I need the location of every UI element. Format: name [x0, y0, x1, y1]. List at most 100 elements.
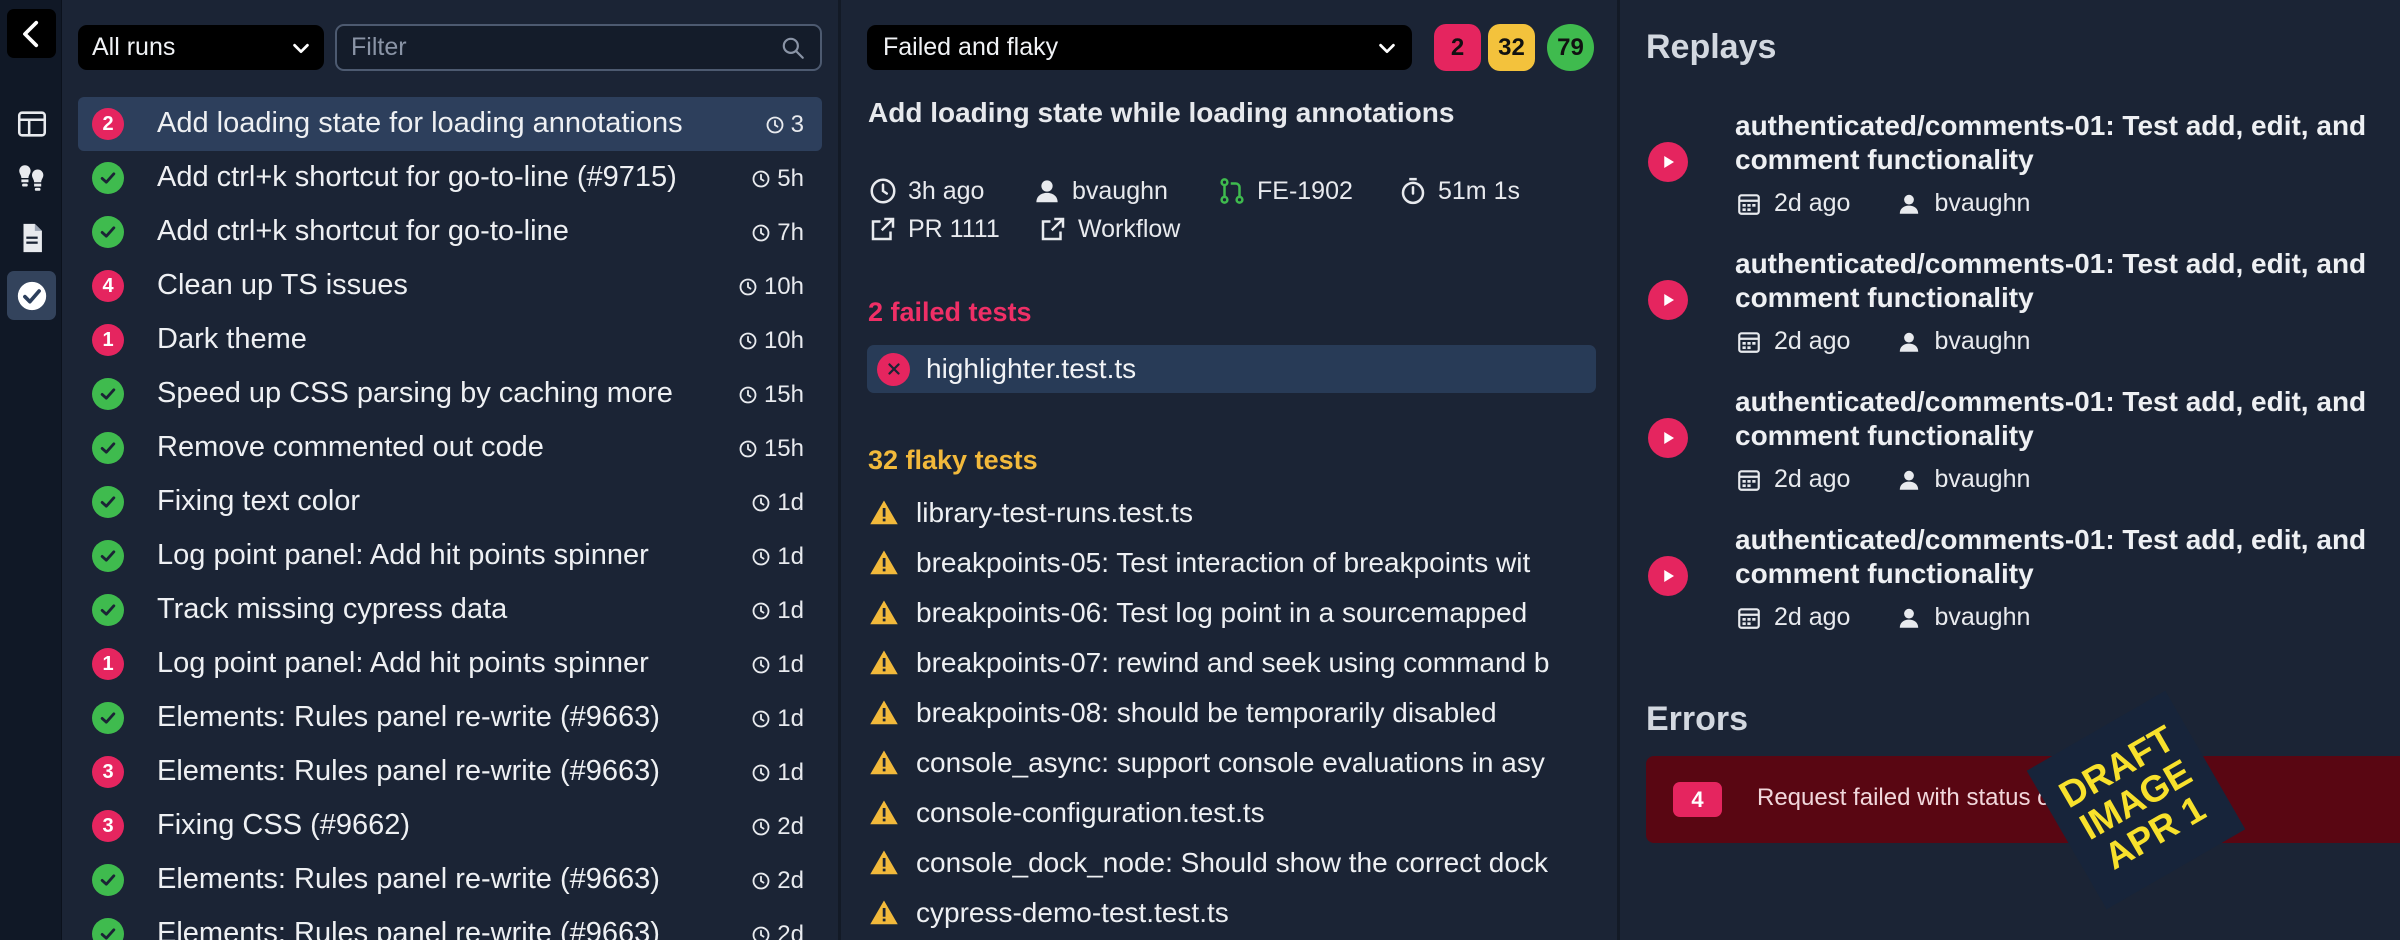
clock-icon [739, 278, 757, 296]
run-time: 2d [751, 867, 804, 895]
layout-icon [17, 110, 46, 137]
flaky-test-item[interactable]: console_async: support console evaluatio… [868, 738, 1596, 788]
flaky-test-item[interactable]: console_dock_node: Should show the corre… [868, 838, 1596, 888]
runs-filter-select[interactable]: All runs [78, 25, 324, 70]
flaky-tests-list: library-test-runs.test.ts breakpoints-05:… [868, 488, 1596, 938]
flaky-test-item[interactable]: console-configuration.test.ts [868, 788, 1596, 838]
clock-icon [752, 926, 770, 940]
calendar-icon [1738, 193, 1760, 215]
clock-icon [752, 872, 770, 890]
run-row[interactable]: 2 Add loading state for loading annotatio… [78, 97, 822, 151]
clock-icon [752, 656, 770, 674]
runs-filter-field[interactable] [335, 24, 822, 71]
nav-layout-button[interactable] [7, 99, 56, 148]
play-icon[interactable] [1648, 418, 1688, 458]
flaky-test-item[interactable]: cypress-demo-test.test.ts [868, 888, 1596, 938]
replay-meta: 2d ago bvaughn [1736, 189, 2030, 218]
run-details-panel: Failed and flaky 2 32 79 Add loading sta… [838, 0, 1620, 940]
chevron-left-icon [22, 20, 38, 47]
run-branch[interactable]: FE-1902 [1217, 176, 1353, 206]
flaky-test-item[interactable]: breakpoints-05: Test interaction of brea… [868, 538, 1596, 588]
flaky-count-badge[interactable]: 32 [1488, 24, 1535, 71]
run-row[interactable]: Add ctrl+k shortcut for go-to-line (#971… [78, 151, 822, 205]
nav-test-runs-button[interactable] [7, 271, 56, 320]
nav-document-button[interactable] [7, 213, 56, 262]
clock-icon [739, 440, 757, 458]
play-icon[interactable] [1648, 280, 1688, 320]
run-title: Elements: Rules panel re-write (#9663) [157, 863, 660, 895]
replay-item[interactable]: authenticated/comments-01: Test add, edi… [1647, 247, 2397, 367]
run-row[interactable]: 3 Fixing CSS (#9662) 2d [78, 799, 822, 853]
run-row[interactable]: 3 Elements: Rules panel re-write (#9663) 1… [78, 745, 822, 799]
passed-check-icon [92, 216, 124, 248]
replay-item[interactable]: authenticated/comments-01: Test add, edi… [1647, 109, 2397, 229]
run-title: Elements: Rules panel re-write (#9663) [157, 755, 660, 787]
run-row[interactable]: Fixing text color 1d [78, 475, 822, 529]
replay-item[interactable]: authenticated/comments-01: Test add, edi… [1647, 385, 2397, 505]
flaky-test-name: breakpoints-05: Test interaction of brea… [916, 547, 1531, 578]
replay-title: authenticated/comments-01: Test add, edi… [1735, 524, 2367, 589]
run-time: 1d [751, 651, 804, 679]
run-row[interactable]: Elements: Rules panel re-write (#9663) 2d [78, 907, 822, 940]
run-title: Add loading state for loading annotation… [157, 107, 683, 139]
workflow-link[interactable]: Workflow [1038, 214, 1180, 244]
run-time: 10h [738, 327, 804, 355]
play-icon[interactable] [1648, 556, 1688, 596]
run-row[interactable]: Speed up CSS parsing by caching more 15h [78, 367, 822, 421]
flaky-tests-heading: 32 flaky tests [868, 445, 1038, 475]
failed-test-item[interactable]: highlighter.test.ts [867, 345, 1596, 393]
passed-check-icon [92, 378, 124, 410]
run-row[interactable]: Elements: Rules panel re-write (#9663) 2d [78, 853, 822, 907]
passed-check-icon [92, 918, 124, 940]
run-row[interactable]: 1 Log point panel: Add hit points spinner… [78, 637, 822, 691]
play-icon[interactable] [1648, 142, 1688, 182]
run-title: Elements: Rules panel re-write (#9663) [157, 917, 660, 940]
replay-meta: 2d ago bvaughn [1736, 327, 2030, 356]
run-time-text: 1d [777, 597, 804, 624]
run-title: Fixing text color [157, 485, 361, 517]
failed-count-badge[interactable]: 2 [1434, 24, 1481, 71]
test-filter-select-value: Failed and flaky [883, 33, 1059, 61]
run-row[interactable]: 4 Clean up TS issues 10h [78, 259, 822, 313]
run-title: Add loading state while loading annotati… [868, 97, 1455, 128]
flaky-test-item[interactable]: breakpoints-07: rewind and seek using co… [868, 638, 1596, 688]
nav-rail [0, 0, 62, 940]
test-filter-select[interactable]: Failed and flaky [867, 25, 1412, 70]
run-row[interactable]: Elements: Rules panel re-write (#9663) 1d [78, 691, 822, 745]
back-button[interactable] [7, 9, 56, 58]
run-title: Log point panel: Add hit points spinner [157, 647, 649, 679]
runs-panel: All runs 2 Add loading state for loading … [63, 0, 838, 940]
workflow-link-text: Workflow [1078, 214, 1181, 243]
run-time: 2d [751, 813, 804, 841]
run-row[interactable]: Track missing cypress data 1d [78, 583, 822, 637]
run-time-text: 1d [777, 543, 804, 570]
failed-test-name: highlighter.test.ts [926, 353, 1137, 384]
run-row[interactable]: Log point panel: Add hit points spinner 1… [78, 529, 822, 583]
run-row[interactable]: Add ctrl+k shortcut for go-to-line 7h [78, 205, 822, 259]
flaky-test-item[interactable]: breakpoints-08: should be temporarily di… [868, 688, 1596, 738]
replay-date: 2d ago [1774, 189, 1851, 217]
run-row[interactable]: Remove commented out code 15h [78, 421, 822, 475]
flaky-test-item[interactable]: library-test-runs.test.ts [868, 488, 1596, 538]
flaky-test-item[interactable]: breakpoints-06: Test log point in a sour… [868, 588, 1596, 638]
run-time-text: 2d [777, 813, 804, 840]
run-title: Dark theme [157, 323, 307, 355]
passed-count-badge[interactable]: 79 [1547, 24, 1594, 71]
replay-item[interactable]: authenticated/comments-01: Test add, edi… [1647, 523, 2397, 643]
warning-icon [870, 700, 898, 725]
flaky-test-name: console_dock_node: Should show the corre… [916, 847, 1548, 878]
error-item[interactable]: 4 Request failed with status co [1646, 756, 2400, 843]
run-time: 1d [751, 543, 804, 571]
error-count-badge: 4 [1673, 782, 1722, 817]
run-row[interactable]: 1 Dark theme 10h [78, 313, 822, 367]
chevron-down-icon [293, 43, 309, 54]
run-duration-text: 51m 1s [1438, 176, 1520, 205]
replay-title: authenticated/comments-01: Test add, edi… [1735, 386, 2367, 451]
user-icon [1036, 180, 1058, 203]
run-title: Clean up TS issues [157, 269, 408, 301]
pull-request-link[interactable]: PR 1111 [868, 214, 1000, 244]
clock-icon [870, 178, 896, 204]
nav-insights-button[interactable] [7, 153, 56, 202]
run-time-text: 15h [763, 435, 804, 462]
runs-filter-input[interactable] [351, 33, 780, 62]
